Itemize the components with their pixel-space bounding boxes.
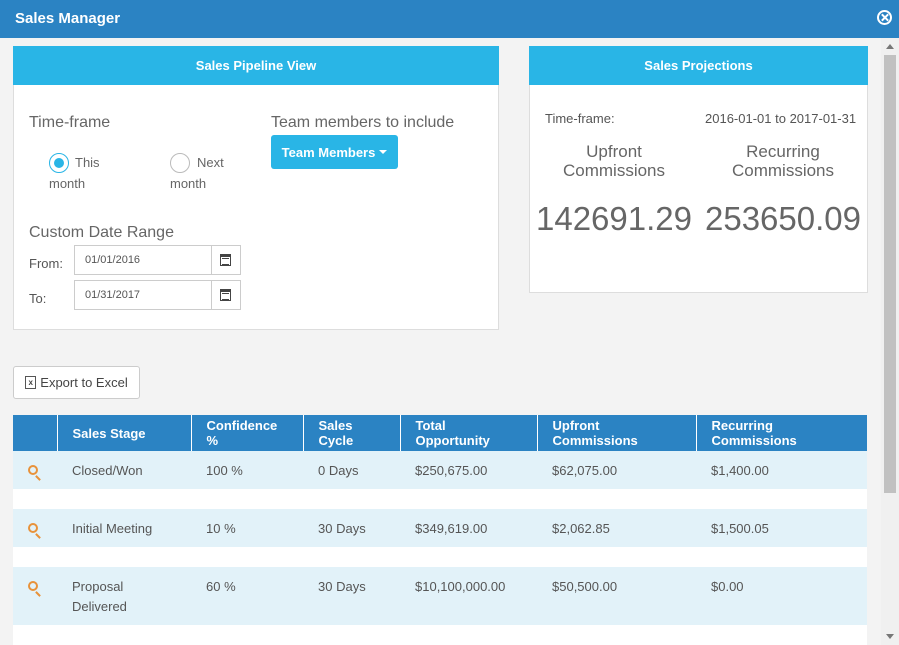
header-icon-col: [13, 415, 58, 451]
radio-next-label-1: Next: [197, 155, 224, 170]
radio-next-label-2: month: [170, 176, 207, 191]
pipeline-heading: Sales Pipeline View: [13, 46, 499, 85]
calendar-icon: [220, 254, 231, 266]
upfront-commissions-value: 142691.29: [536, 200, 692, 237]
cell-sales-cycle: 30 Days: [303, 567, 400, 625]
scroll-up-arrow-icon[interactable]: [886, 44, 894, 49]
row-spacer: [13, 489, 867, 509]
close-icon[interactable]: [877, 10, 892, 25]
header-total-opportunity[interactable]: Total Opportunity: [400, 415, 538, 451]
cell-sales-cycle: 30 Days: [303, 509, 400, 547]
calendar-icon: [220, 289, 231, 301]
table-row: Initial Meeting 10 % 30 Days $349,619.00…: [13, 509, 867, 547]
timeframe-label: Time-frame: [29, 114, 111, 131]
vertical-scrollbar[interactable]: [881, 38, 899, 645]
cell-sales-stage: Initial Meeting: [57, 509, 191, 547]
to-label: To:: [29, 291, 47, 306]
search-icon[interactable]: [28, 523, 38, 533]
caret-down-icon: [379, 150, 388, 154]
recurring-heading-line-1: Recurring: [746, 142, 820, 161]
radio-next-month[interactable]: [170, 153, 190, 173]
header-recurring-commissions[interactable]: Recurring Commissions: [696, 415, 867, 451]
search-icon[interactable]: [28, 465, 38, 475]
cell-recurring-commissions: $1,500.05: [696, 509, 867, 547]
projections-timeframe-label: Time-frame:: [545, 111, 615, 126]
cell-total-opportunity: $349,619.00: [400, 509, 537, 547]
main-content: Sales Pipeline View Time-frame This mont…: [0, 38, 881, 645]
to-calendar-button[interactable]: [212, 280, 241, 310]
excel-file-icon: x: [25, 376, 37, 389]
row-search-cell[interactable]: [13, 567, 57, 625]
cell-total-opportunity: $250,675.00: [400, 451, 537, 489]
scroll-down-arrow-icon[interactable]: [886, 634, 894, 639]
cell-recurring-commissions: $0.00: [696, 567, 867, 625]
table-row: Proposal Delivered 60 % 30 Days $10,100,…: [13, 567, 867, 625]
cell-confidence: 100 %: [191, 451, 303, 489]
header-confidence[interactable]: Confidence %: [191, 415, 304, 451]
cell-recurring-commissions: $1,400.00: [696, 451, 867, 489]
table-header-row: Sales Stage Confidence % Sales Cycle Tot…: [13, 415, 867, 451]
title-bar: Sales Manager: [0, 0, 899, 38]
cell-sales-stage: Closed/Won: [57, 451, 191, 489]
search-icon[interactable]: [28, 581, 38, 591]
cell-confidence: 60 %: [191, 567, 303, 625]
recurring-heading-line-2: Commissions: [731, 161, 835, 180]
cell-sales-stage: Proposal Delivered: [57, 567, 191, 625]
cell-upfront-commissions: $2,062.85: [537, 509, 696, 547]
recurring-commissions-value: 253650.09: [705, 200, 861, 237]
row-search-cell[interactable]: [13, 451, 57, 489]
from-date-input[interactable]: 01/01/2016: [74, 245, 212, 275]
upfront-commissions-heading: Upfront Commissions: [544, 142, 684, 180]
projections-heading: Sales Projections: [529, 46, 868, 85]
header-sales-stage[interactable]: Sales Stage: [57, 415, 192, 451]
team-label: Team members to include: [271, 114, 455, 131]
window-title: Sales Manager: [15, 10, 121, 27]
export-excel-button[interactable]: x Export to Excel: [13, 366, 140, 399]
radio-this-label-2: month: [49, 176, 86, 191]
team-members-label: Team Members: [281, 144, 376, 160]
scroll-thumb[interactable]: [884, 55, 896, 493]
cell-total-opportunity: $10,100,000.00: [400, 567, 537, 625]
pipeline-table: Sales Stage Confidence % Sales Cycle Tot…: [13, 415, 867, 645]
cell-upfront-commissions: $50,500.00: [537, 567, 696, 625]
recurring-commissions-heading: Recurring Commissions: [713, 142, 853, 180]
upfront-heading-line-2: Commissions: [562, 161, 666, 180]
team-members-dropdown[interactable]: Team Members: [271, 135, 398, 169]
from-calendar-button[interactable]: [212, 245, 241, 275]
from-label: From:: [29, 256, 63, 271]
upfront-heading-line-1: Upfront: [586, 142, 642, 161]
table-row: Closed/Won 100 % 0 Days $250,675.00 $62,…: [13, 451, 867, 489]
row-spacer: [13, 547, 867, 567]
projections-timeframe-value: 2016-01-01 to 2017-01-31: [705, 111, 857, 126]
custom-range-label: Custom Date Range: [29, 224, 174, 241]
row-spacer: [13, 625, 867, 645]
pipeline-panel: Sales Pipeline View Time-frame This mont…: [13, 46, 499, 330]
export-label: Export to Excel: [40, 375, 128, 390]
row-search-cell[interactable]: [13, 509, 57, 547]
header-sales-cycle[interactable]: Sales Cycle: [303, 415, 401, 451]
radio-this-month[interactable]: [49, 153, 69, 173]
cell-upfront-commissions: $62,075.00: [537, 451, 696, 489]
to-date-input[interactable]: 01/31/2017: [74, 280, 212, 310]
header-upfront-commissions[interactable]: Upfront Commissions: [537, 415, 697, 451]
projections-panel: Sales Projections Time-frame: 2016-01-01…: [529, 46, 868, 293]
cell-sales-cycle: 0 Days: [303, 451, 400, 489]
radio-this-label-1: This: [75, 155, 100, 170]
cell-confidence: 10 %: [191, 509, 303, 547]
